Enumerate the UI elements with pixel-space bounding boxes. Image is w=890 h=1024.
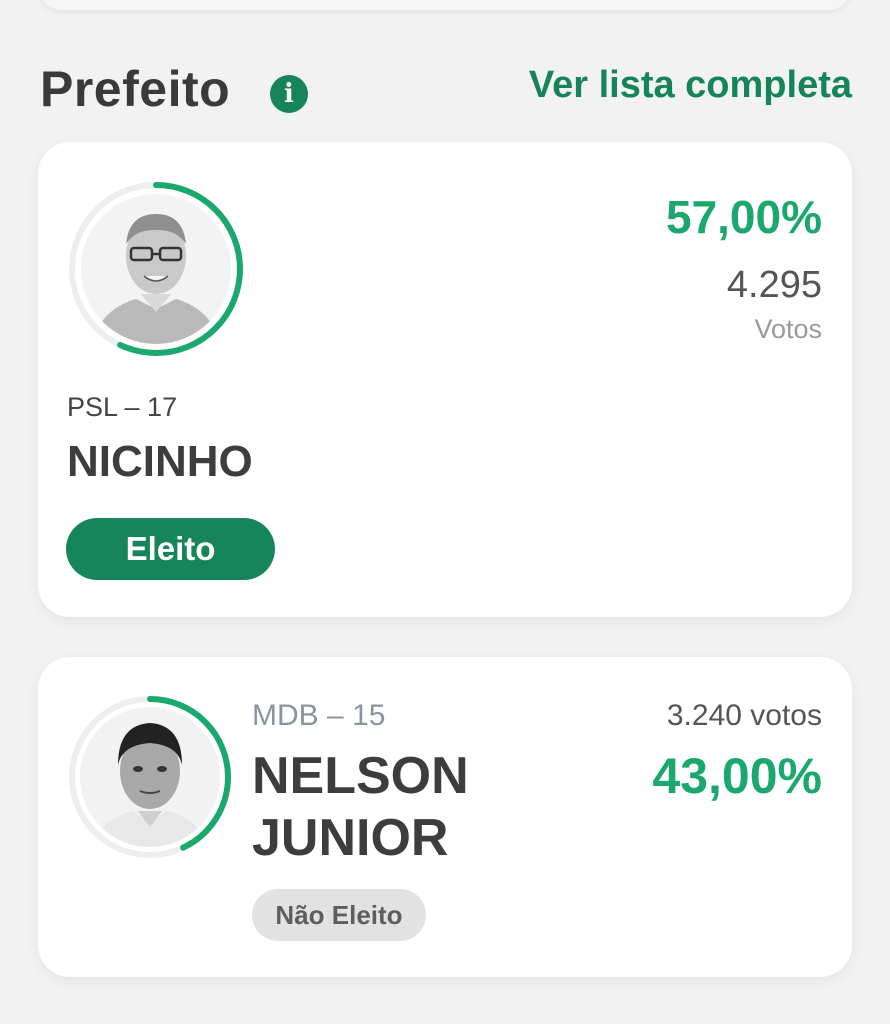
candidate-name: NICINHO — [67, 437, 253, 486]
see-full-list-link[interactable]: Ver lista completa — [529, 64, 852, 107]
candidate-name-line2: JUNIOR — [252, 809, 449, 867]
votes-label: Votos — [754, 314, 822, 344]
candidate-name-line1: NELSON — [252, 747, 469, 805]
avatar — [66, 179, 246, 359]
page-title: Prefeito — [40, 61, 231, 117]
candidate-photo-icon — [80, 707, 220, 847]
candidate-card[interactable]: MDB – 15 NELSON JUNIOR 3.240 votos 43,00… — [38, 657, 852, 977]
info-icon[interactable]: i — [270, 75, 308, 113]
status-badge: Não Eleito — [252, 889, 426, 941]
vote-percentage: 57,00% — [665, 191, 822, 243]
section-header: Prefeito i Ver lista completa — [40, 58, 852, 118]
candidate-photo-icon — [81, 194, 231, 344]
party-number: MDB – 15 — [252, 699, 386, 732]
candidate-card[interactable]: 57,00% 4.295 Votos PSL – 17 NICINHO Elei… — [38, 142, 852, 617]
vote-count: 3.240 votos — [666, 699, 822, 732]
avatar — [66, 693, 234, 861]
candidate-name: NELSON JUNIOR — [252, 745, 532, 869]
status-badge: Eleito — [66, 518, 275, 580]
party-number: PSL – 17 — [67, 392, 178, 422]
vote-percentage: 43,00% — [652, 748, 822, 804]
vote-count: 4.295 — [726, 264, 822, 306]
previous-card-edge — [38, 0, 852, 10]
